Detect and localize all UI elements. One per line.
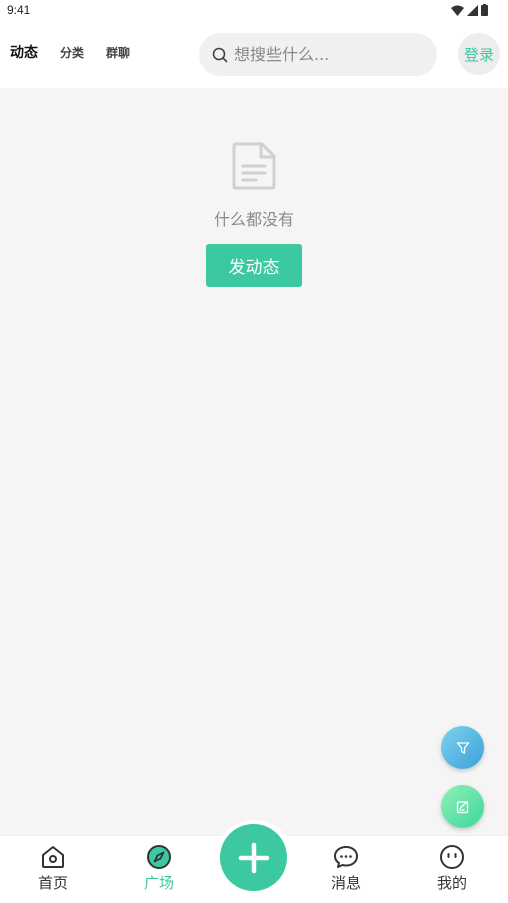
top-header: 动态 分类 群聊 登录 bbox=[0, 22, 508, 88]
document-icon bbox=[232, 142, 276, 190]
edit-icon bbox=[456, 800, 468, 813]
home-icon bbox=[42, 846, 64, 868]
battery-icon bbox=[481, 4, 488, 16]
tab-dynamics[interactable]: 动态 bbox=[10, 44, 38, 62]
status-bar: 9:41 bbox=[0, 0, 508, 22]
filter-button[interactable] bbox=[441, 726, 484, 769]
post-dynamic-button[interactable]: 发动态 bbox=[206, 244, 302, 287]
category-tabs: 动态 分类 群聊 bbox=[10, 44, 152, 62]
search-icon bbox=[212, 47, 228, 62]
nav-profile-label: 我的 bbox=[436, 874, 467, 892]
wifi-icon bbox=[451, 5, 464, 16]
tab-categories[interactable]: 分类 bbox=[60, 44, 84, 62]
publish-button[interactable] bbox=[220, 824, 287, 891]
nav-home[interactable]: 首页 bbox=[23, 844, 83, 893]
nav-square[interactable]: 广场 bbox=[129, 844, 189, 893]
nav-messages[interactable]: 消息 bbox=[316, 844, 376, 893]
nav-square-label: 广场 bbox=[143, 874, 174, 892]
compass-icon bbox=[147, 845, 171, 869]
plus-icon bbox=[238, 842, 269, 873]
empty-state: 什么都没有 发动态 bbox=[0, 142, 508, 287]
bottom-nav: 首页 广场 消息 我的 bbox=[0, 820, 508, 903]
search-input[interactable] bbox=[234, 45, 424, 64]
login-button[interactable]: 登录 bbox=[458, 33, 500, 75]
profile-icon bbox=[440, 845, 464, 869]
signal-icon bbox=[467, 4, 478, 16]
search-bar[interactable] bbox=[199, 33, 437, 76]
empty-message: 什么都没有 bbox=[213, 210, 294, 229]
tab-group-chat[interactable]: 群聊 bbox=[106, 44, 130, 62]
filter-icon bbox=[456, 741, 469, 754]
status-time: 9:41 bbox=[7, 3, 31, 17]
edit-button[interactable] bbox=[441, 785, 484, 828]
nav-messages-label: 消息 bbox=[330, 874, 361, 892]
nav-profile[interactable]: 我的 bbox=[422, 844, 482, 893]
chat-icon bbox=[334, 846, 358, 868]
status-icons bbox=[451, 4, 488, 16]
nav-home-label: 首页 bbox=[37, 874, 68, 892]
